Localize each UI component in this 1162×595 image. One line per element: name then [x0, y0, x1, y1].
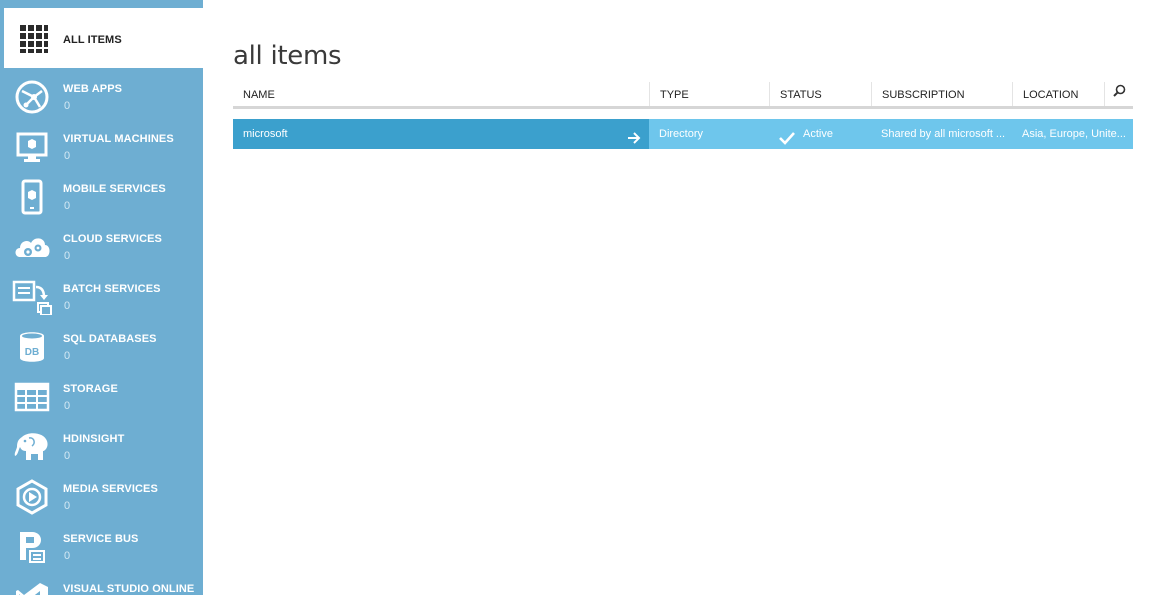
- row-subscription: Shared by all microsoft ...: [881, 128, 1006, 140]
- web-apps-icon: [12, 79, 52, 115]
- sidebar-item-label: ALL ITEMS: [63, 34, 122, 46]
- sidebar-item-count: 0: [64, 500, 71, 512]
- sidebar-item-label: MEDIA SERVICES: [63, 483, 158, 495]
- column-header-subscription[interactable]: SUBSCRIPTION: [871, 82, 1012, 106]
- storage-table-icon: [12, 379, 52, 415]
- database-icon: DB: [12, 329, 52, 365]
- sidebar-item-hdinsight[interactable]: HDINSIGHT 0: [0, 421, 203, 471]
- table-header: NAME TYPE STATUS SUBSCRIPTION LOCATION: [233, 82, 1133, 109]
- sidebar-item-sql-databases[interactable]: DB SQL DATABASES 0: [0, 321, 203, 371]
- check-icon: [779, 127, 795, 149]
- arrow-right-icon[interactable]: [627, 127, 641, 144]
- sidebar-item-visual-studio-online[interactable]: VISUAL STUDIO ONLINE: [0, 571, 203, 595]
- row-location: Asia, Europe, Unite...: [1022, 128, 1126, 140]
- sidebar-item-web-apps[interactable]: WEB APPS 0: [0, 71, 203, 121]
- grid-icon: [16, 22, 52, 56]
- sidebar-item-count: 0: [64, 150, 71, 162]
- virtual-machine-icon: [12, 129, 52, 165]
- sidebar-item-count: 0: [64, 100, 71, 112]
- sidebar-item-service-bus[interactable]: SERVICE BUS 0: [0, 521, 203, 571]
- batch-icon: [12, 279, 52, 315]
- sidebar-item-label: HDINSIGHT: [63, 433, 125, 445]
- items-table: NAME TYPE STATUS SUBSCRIPTION LOCATION m…: [233, 82, 1133, 149]
- service-bus-icon: [12, 529, 52, 565]
- svg-text:DB: DB: [25, 347, 39, 358]
- sidebar-item-label: VIRTUAL MACHINES: [63, 133, 174, 145]
- column-header-name[interactable]: NAME: [233, 82, 649, 106]
- row-status: Active: [803, 128, 833, 140]
- sidebar-item-label: SQL DATABASES: [63, 333, 157, 345]
- sidebar-item-batch-services[interactable]: BATCH SERVICES 0: [0, 271, 203, 321]
- cloud-gears-icon: [12, 229, 52, 265]
- sidebar-item-count: 0: [64, 400, 71, 412]
- column-header-type[interactable]: TYPE: [649, 82, 769, 106]
- column-header-location[interactable]: LOCATION: [1012, 82, 1104, 106]
- search-icon: [1112, 81, 1126, 107]
- sidebar-item-count: 0: [64, 350, 71, 362]
- sidebar-item-count: 0: [64, 200, 71, 212]
- sidebar-item-all-items[interactable]: ALL ITEMS: [4, 8, 203, 68]
- sidebar: ALL ITEMS WEB APPS 0 VIRTUAL MACHINES 0: [0, 0, 203, 595]
- sidebar-item-virtual-machines[interactable]: VIRTUAL MACHINES 0: [0, 121, 203, 171]
- page-title: all items: [233, 41, 342, 72]
- row-name-cell[interactable]: microsoft: [233, 119, 649, 149]
- row-type: Directory: [659, 128, 704, 140]
- row-name: microsoft: [243, 128, 288, 140]
- sidebar-item-cloud-services[interactable]: CLOUD SERVICES 0: [0, 221, 203, 271]
- sidebar-item-count: 0: [64, 550, 71, 562]
- sidebar-item-label: BATCH SERVICES: [63, 283, 161, 295]
- sidebar-item-label: WEB APPS: [63, 83, 123, 95]
- column-header-status[interactable]: STATUS: [769, 82, 871, 106]
- sidebar-item-count: 0: [64, 450, 71, 462]
- search-button[interactable]: [1104, 82, 1133, 106]
- elephant-icon: [12, 429, 52, 465]
- row-status-cell: Active: [769, 119, 871, 149]
- sidebar-item-count: 0: [64, 250, 71, 262]
- sidebar-item-label: STORAGE: [63, 383, 118, 395]
- sidebar-item-label: VISUAL STUDIO ONLINE: [63, 583, 195, 595]
- sidebar-item-storage[interactable]: STORAGE 0: [0, 371, 203, 421]
- sidebar-item-count: 0: [64, 300, 71, 312]
- sidebar-item-label: MOBILE SERVICES: [63, 183, 166, 195]
- mobile-icon: [12, 179, 52, 215]
- visual-studio-icon: [12, 579, 52, 595]
- sidebar-item-label: CLOUD SERVICES: [63, 233, 162, 245]
- sidebar-item-media-services[interactable]: MEDIA SERVICES 0: [0, 471, 203, 521]
- sidebar-item-label: SERVICE BUS: [63, 533, 139, 545]
- media-play-icon: [12, 479, 52, 515]
- sidebar-item-mobile-services[interactable]: MOBILE SERVICES 0: [0, 171, 203, 221]
- table-row[interactable]: microsoft Directory Active Shared by all…: [233, 119, 1133, 149]
